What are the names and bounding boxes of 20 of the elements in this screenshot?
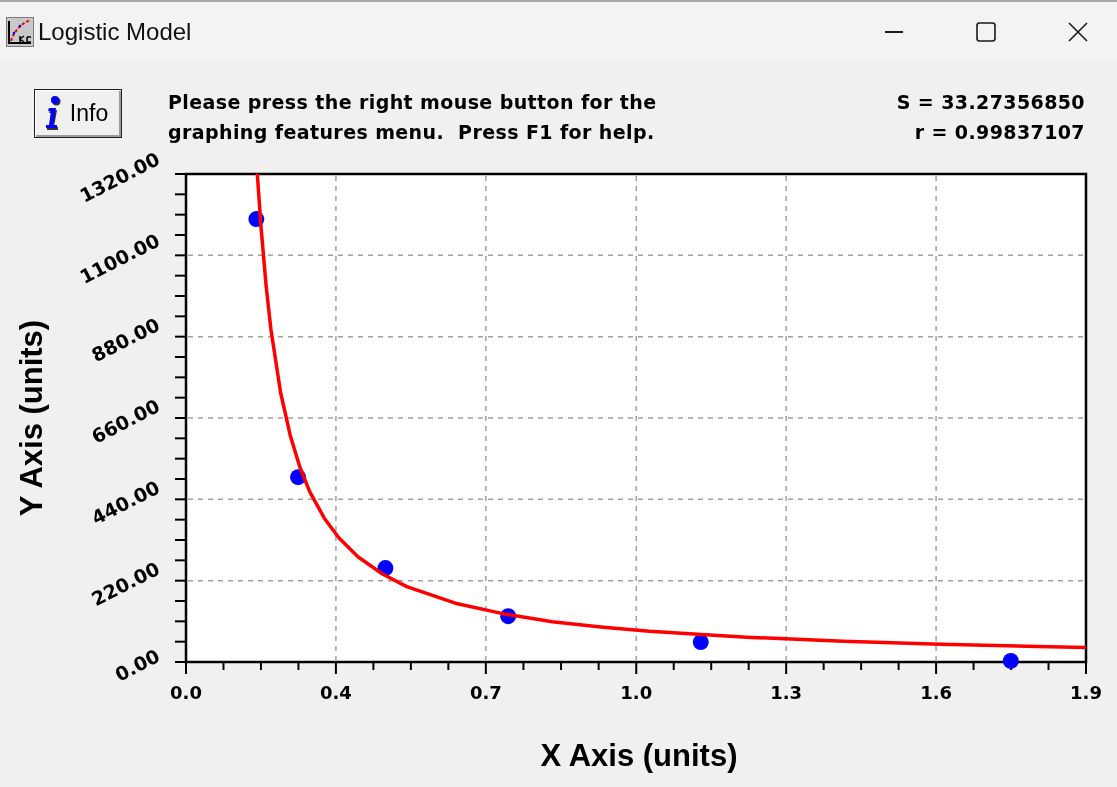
x-tick-label: 1.9 — [1070, 682, 1102, 703]
instruction-text: Please press the right mouse button for the graphing features menu. Press F1 for help. — [168, 90, 657, 145]
x-tick-label: 0.4 — [319, 682, 352, 703]
info-button[interactable]: Info — [34, 89, 122, 138]
close-icon — [1068, 22, 1088, 42]
x-tick-label: 0.7 — [469, 682, 502, 703]
app-chart-icon — [6, 17, 34, 47]
x-tick-label: 0.0 — [170, 682, 202, 703]
x-tick-label: 1.0 — [620, 682, 653, 703]
info-icon — [43, 96, 61, 131]
x-tick-label: 1.3 — [770, 682, 803, 703]
x-axis-title: X Axis (units) — [540, 738, 738, 773]
maximize-icon — [976, 22, 996, 42]
fit-statistic: S = 33.27356850 — [896, 90, 1085, 115]
window-title: Logistic Model — [38, 18, 192, 46]
fit-statistic: r = 0.99837107 — [914, 120, 1085, 145]
minimize-icon — [884, 31, 904, 33]
x-tick-label: 1.6 — [920, 682, 953, 703]
y-axis-title: Y Axis (units) — [14, 319, 49, 517]
y-tick-label: 0.00 — [111, 644, 164, 686]
